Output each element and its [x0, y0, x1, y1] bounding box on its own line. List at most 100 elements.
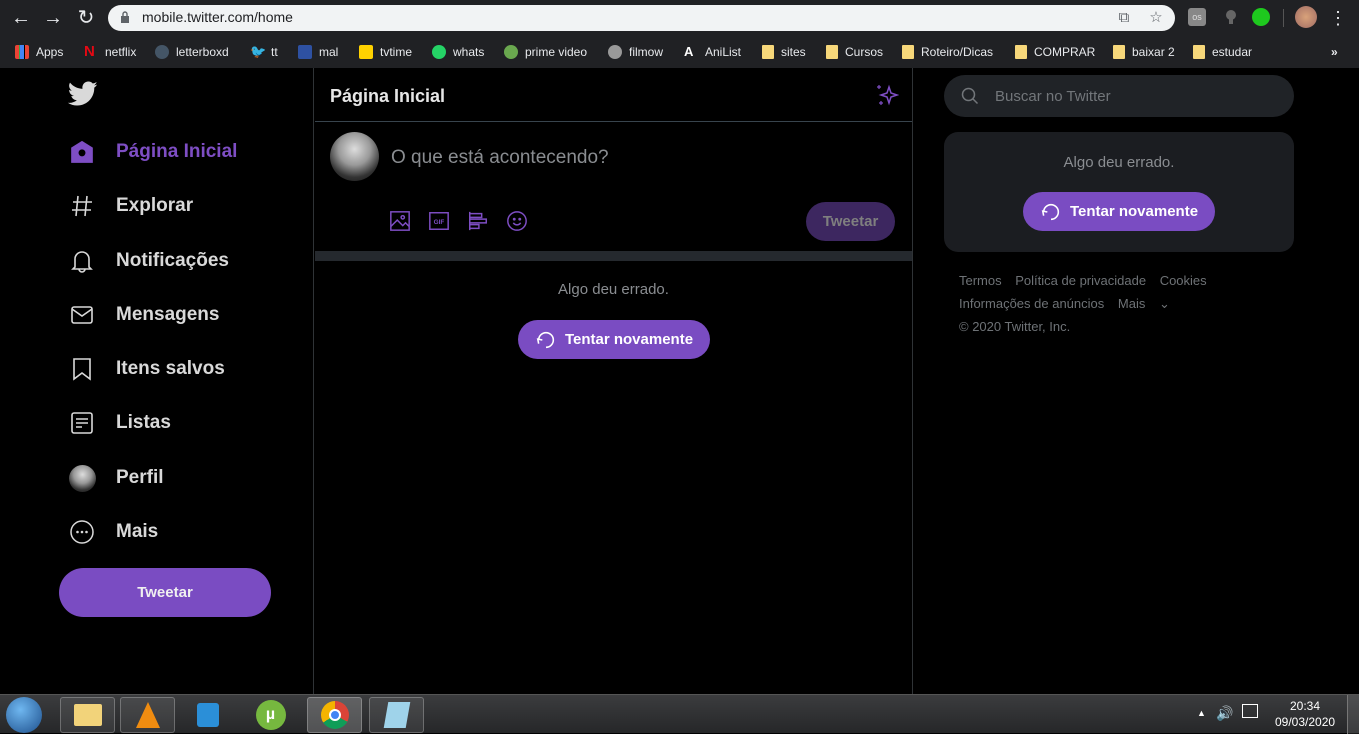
gif-icon[interactable]: GIF	[428, 210, 450, 232]
bookmark-tvtime[interactable]: tvtime	[359, 43, 412, 61]
bookmark-tt[interactable]: 🐦 tt	[250, 43, 278, 61]
footer-links: Termos Política de privacidade Cookies I…	[959, 269, 1289, 338]
filmow-icon	[608, 45, 622, 59]
reload-button[interactable]: ↻	[74, 6, 98, 30]
compose-tweet-button[interactable]: Tweetar	[806, 202, 895, 241]
refresh-icon	[1041, 203, 1060, 220]
footer-link-terms[interactable]: Termos	[959, 273, 1002, 288]
windows-start-icon[interactable]	[6, 697, 42, 733]
clock-time[interactable]: 20:34	[1290, 699, 1320, 713]
search-input[interactable]: Buscar no Twitter	[944, 75, 1294, 117]
bookmark-prime-video[interactable]: prime video	[504, 43, 587, 61]
bookmark-netflix[interactable]: Nnetflix	[84, 43, 136, 61]
sidebar-item-more[interactable]: Mais	[66, 512, 158, 552]
home-icon	[66, 136, 98, 168]
utorrent-icon[interactable]: µ	[243, 697, 298, 733]
bookmark-apps[interactable]: Apps	[15, 43, 63, 61]
sidebar-item-lists[interactable]: Listas	[66, 403, 171, 443]
main-header: Página Inicial	[315, 68, 912, 122]
twitter-page: Página Inicial Explorar Notificações Men…	[0, 68, 1359, 694]
more-circle-icon	[66, 516, 98, 548]
bookmark-whats[interactable]: whats	[432, 43, 484, 61]
bookmark-icon	[66, 353, 98, 385]
kebab-menu-icon[interactable]: ⋮	[1326, 6, 1350, 30]
footer-link-cookies[interactable]: Cookies	[1160, 273, 1207, 288]
sidebar-item-notifications[interactable]: Notificações	[66, 241, 229, 281]
copyright: © 2020 Twitter, Inc.	[959, 319, 1071, 334]
show-desktop-button[interactable]	[1347, 695, 1359, 734]
sidebar-item-explore[interactable]: Explorar	[66, 186, 193, 226]
file-explorer-icon[interactable]	[60, 697, 115, 733]
bookmark-sites[interactable]: sites	[762, 43, 806, 61]
page-title: Página Inicial	[330, 86, 446, 106]
notepad-icon[interactable]	[369, 697, 424, 733]
forward-button[interactable]: →	[41, 6, 65, 30]
sidebar-item-profile[interactable]: Perfil	[66, 458, 164, 498]
bookmark-filmow[interactable]: filmow	[608, 43, 663, 61]
netflix-icon: N	[84, 43, 95, 60]
back-button[interactable]: ←	[9, 6, 33, 30]
open-external-icon[interactable]: ⧉	[1114, 8, 1134, 28]
image-icon[interactable]	[389, 210, 411, 232]
profile-avatar[interactable]	[1295, 6, 1317, 28]
address-bar[interactable]: mobile.twitter.com/home ⧉ ☆	[108, 5, 1175, 31]
lightbulb-icon[interactable]	[1222, 8, 1240, 26]
url-text: mobile.twitter.com/home	[142, 9, 293, 25]
chevron-down-icon: ⌄	[1158, 296, 1170, 311]
bookmark-baixar-2[interactable]: baixar 2	[1113, 43, 1175, 61]
svg-text:GIF: GIF	[434, 219, 445, 226]
chrome-icon[interactable]	[307, 697, 362, 733]
search-icon	[961, 87, 979, 105]
user-avatar[interactable]	[330, 132, 379, 181]
sparkle-icon[interactable]	[875, 83, 899, 107]
compose-input[interactable]: O que está acontecendo?	[391, 147, 609, 169]
network-icon[interactable]	[1242, 704, 1258, 718]
volume-icon[interactable]: 🔊	[1216, 705, 1233, 722]
error-message: Algo deu errado.	[558, 281, 669, 298]
mal-icon	[298, 45, 312, 59]
toolbar-divider	[1283, 9, 1284, 27]
folder-icon	[762, 45, 774, 59]
bookmark-roteiro-dicas[interactable]: Roteiro/Dicas	[902, 43, 993, 61]
tray-expand-icon[interactable]: ▲	[1197, 708, 1206, 718]
media-player-icon[interactable]	[180, 697, 235, 733]
tvtime-icon	[359, 45, 373, 59]
bookmark-estudar[interactable]: estudar	[1193, 43, 1252, 61]
star-icon[interactable]: ☆	[1146, 8, 1166, 28]
page-scrollbar[interactable]	[1344, 68, 1359, 694]
compose-box: O que está acontecendo? GIF Tweetar	[315, 122, 912, 251]
bookmark-letterboxd[interactable]: letterboxd	[155, 43, 229, 61]
bookmark-comprar[interactable]: COMPRAR	[1015, 43, 1095, 61]
main-timeline: Página Inicial O que está acontecendo? G…	[315, 68, 913, 694]
vlc-icon[interactable]	[120, 697, 175, 733]
section-divider	[315, 251, 912, 261]
bookmark-mal[interactable]: mal	[298, 43, 338, 61]
retry-button[interactable]: Tentar novamente	[518, 320, 710, 359]
thumbs-up-icon[interactable]	[1252, 8, 1270, 26]
footer-link-ads-info[interactable]: Informações de anúncios	[959, 296, 1104, 311]
apps-grid-icon	[15, 45, 29, 59]
twitter-icon: 🐦	[250, 44, 267, 59]
emoji-icon[interactable]	[506, 210, 528, 232]
sidebar-item-bookmarks[interactable]: Itens salvos	[66, 349, 225, 389]
folder-icon	[902, 45, 914, 59]
bookmark-anilist[interactable]: A AniList	[684, 43, 741, 61]
bookmark-cursos[interactable]: Cursos	[826, 43, 883, 61]
footer-link-privacy[interactable]: Política de privacidade	[1015, 273, 1146, 288]
sidebar-item-home[interactable]: Página Inicial	[66, 132, 237, 172]
browser-toolbar: ← → ↻ mobile.twitter.com/home ⧉ ☆ os ⋮	[0, 0, 1359, 36]
clock-date[interactable]: 09/03/2020	[1275, 715, 1335, 729]
poll-icon[interactable]	[467, 210, 489, 232]
lastfm-icon[interactable]: os	[1188, 8, 1206, 26]
twitter-bird-icon[interactable]	[68, 81, 98, 107]
trends-card: Algo deu errado. Tentar novamente	[944, 132, 1294, 252]
lock-icon	[121, 11, 129, 23]
retry-button[interactable]: Tentar novamente	[1023, 192, 1215, 231]
bookmarks-overflow-button[interactable]: »	[1331, 43, 1338, 61]
error-message: Algo deu errado.	[1063, 154, 1175, 171]
footer-more-button[interactable]: Mais ⌄	[1118, 296, 1180, 311]
tweet-button[interactable]: Tweetar	[59, 568, 271, 617]
list-icon	[66, 407, 98, 439]
letterboxd-icon	[155, 45, 169, 59]
sidebar-item-messages[interactable]: Mensagens	[66, 295, 219, 335]
